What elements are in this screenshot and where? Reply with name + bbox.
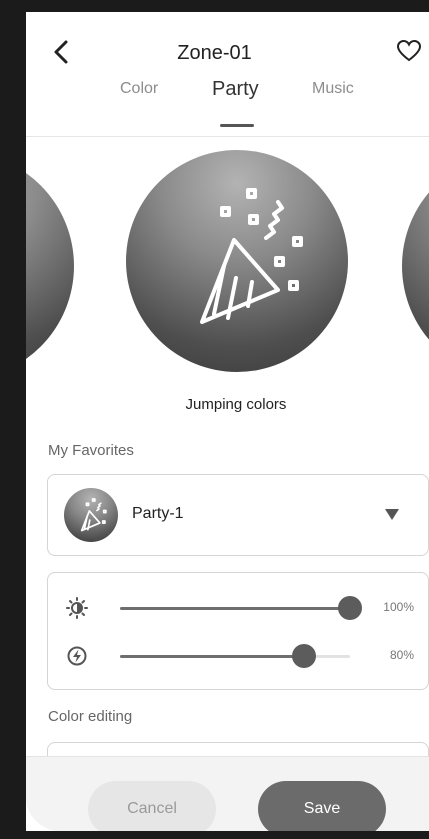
brightness-slider-row: 100% xyxy=(48,593,428,623)
page-title: Zone-01 xyxy=(177,42,252,64)
color-editing-label: Color editing xyxy=(48,708,133,725)
heart-icon[interactable] xyxy=(396,38,422,64)
speed-slider-fill xyxy=(120,655,304,658)
device-bezel-top xyxy=(0,0,429,12)
selected-mode-name: Jumping colors xyxy=(185,396,287,413)
brightness-slider[interactable] xyxy=(120,596,362,620)
party-popper-icon xyxy=(200,188,303,324)
speed-slider-thumb[interactable] xyxy=(292,644,316,668)
mode-tabs: Color Party Music xyxy=(26,78,429,127)
brightness-icon xyxy=(66,597,88,619)
adjustment-sliders: 100% 80% xyxy=(47,572,429,690)
favorite-thumbnail xyxy=(64,488,118,542)
tab-party[interactable]: Party xyxy=(212,78,259,101)
party-popper-icon xyxy=(80,498,107,532)
device: Zone-01 Color Party Music Jumping colors… xyxy=(0,0,429,839)
favorite-selected-label: Party-1 xyxy=(132,505,184,522)
tab-color[interactable]: Color xyxy=(120,80,158,98)
brightness-slider-thumb[interactable] xyxy=(338,596,362,620)
favorites-label: My Favorites xyxy=(48,442,134,459)
app-screen: Zone-01 Color Party Music Jumping colors… xyxy=(26,12,429,831)
cancel-button[interactable]: Cancel xyxy=(88,781,216,831)
speed-slider[interactable] xyxy=(120,644,350,668)
speed-icon xyxy=(67,646,87,666)
brightness-value: 100% xyxy=(383,600,414,614)
device-bezel-bottom xyxy=(0,831,429,839)
active-tab-indicator xyxy=(220,124,254,127)
device-bezel-left xyxy=(0,0,26,839)
selected-mode-orb[interactable] xyxy=(126,150,348,372)
tab-music[interactable]: Music xyxy=(312,80,354,98)
action-footer: Cancel Save xyxy=(26,756,429,831)
tabs-divider xyxy=(26,136,429,137)
save-button[interactable]: Save xyxy=(258,781,386,831)
speed-value: 80% xyxy=(389,648,414,662)
favorites-dropdown[interactable]: Party-1 xyxy=(47,474,429,556)
next-mode-orb[interactable] xyxy=(402,152,429,380)
previous-mode-orb[interactable] xyxy=(26,152,74,380)
speed-slider-row: 80% xyxy=(48,641,428,671)
caret-down-icon xyxy=(385,509,399,520)
brightness-slider-fill xyxy=(120,607,350,610)
